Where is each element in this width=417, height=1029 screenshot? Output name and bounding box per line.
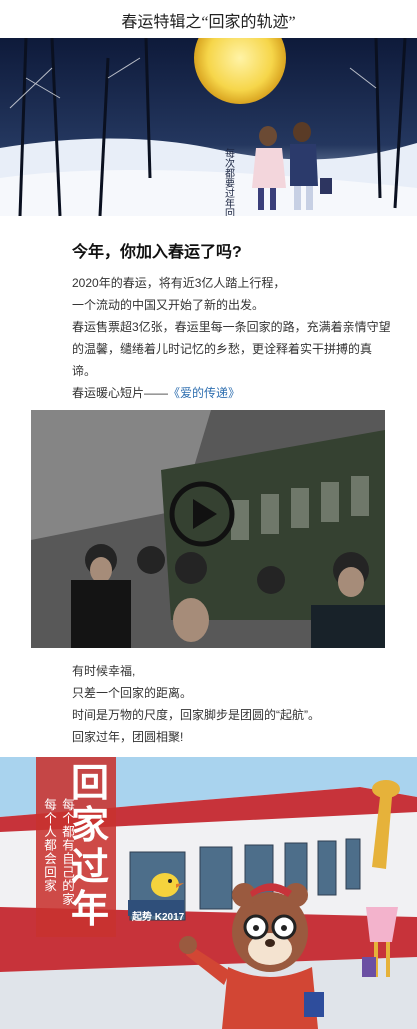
poster-subtitle-2: 每个人都会回家 xyxy=(42,798,56,893)
video-link[interactable]: 《爱的传递》 xyxy=(168,386,240,400)
article-p3: 春运售票超3亿张，春运里每一条回家的路，充满着亲情守望的温馨，缱绻着儿时记忆的乡… xyxy=(72,320,391,378)
closing-l4: 回家过年，团圆相聚! xyxy=(72,730,184,744)
hero-calligraphy: 每次都要过年回家 xyxy=(223,147,235,216)
article-p4-prefix: 春运暖心短片—— xyxy=(72,386,169,400)
closing-l2: 只差一个回家的距离。 xyxy=(72,686,193,700)
article: 今年，你加入春运了吗? 2020年的春运，将有近3亿人踏上行程， 一个流动的中国… xyxy=(72,238,392,404)
article-headline: 今年，你加入春运了吗? xyxy=(72,244,242,261)
closing-l3: 时间是万物的尺度，回家脚步是团圆的“起航”。 xyxy=(72,708,320,722)
article-p2: 一个流动的中国又开始了新的出发。 xyxy=(72,298,265,312)
train-plate: 起势 K2017 xyxy=(132,912,185,923)
video-player[interactable] xyxy=(31,410,385,648)
poster-subtitle-1: 每个都有自己的家 xyxy=(60,798,74,906)
page-title: 春运特辑之“回家的轨迹” xyxy=(121,14,296,31)
closing-text: 有时候幸福, 只差一个回家的距离。 时间是万物的尺度，回家脚步是团圆的“起航”。… xyxy=(72,660,392,748)
article-p1: 2020年的春运，将有近3亿人踏上行程， xyxy=(72,276,286,290)
closing-l1: 有时候幸福, xyxy=(72,664,136,678)
article-p4: 春运暖心短片——《爱的传递》 xyxy=(72,382,392,404)
hero-illustration: 每次都要过年回家 xyxy=(0,38,417,216)
